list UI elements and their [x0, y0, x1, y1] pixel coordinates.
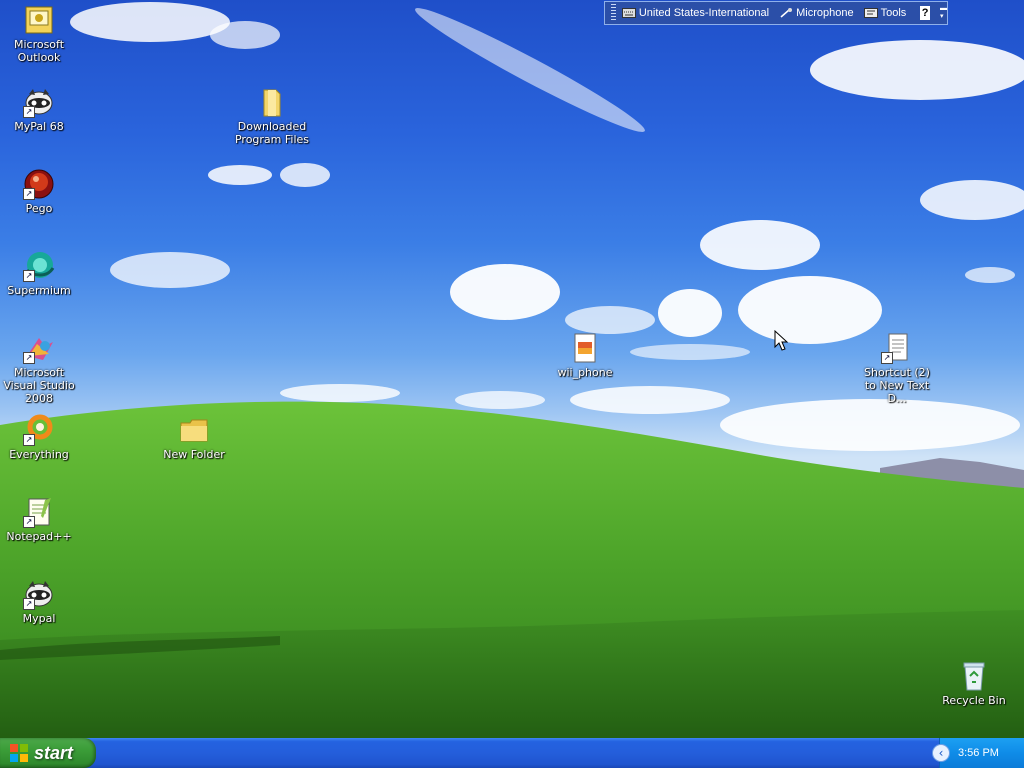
shortcut-arrow-icon: ↗	[23, 352, 35, 364]
supermium-icon: ↗	[23, 250, 55, 282]
icon-label: Microsoft Visual Studio 2008	[3, 366, 75, 405]
folder-icon	[256, 86, 288, 118]
clock[interactable]: 3:56 PM	[958, 747, 999, 759]
notepadpp-icon: ↗	[23, 496, 55, 528]
tools-button[interactable]: Tools	[863, 7, 907, 19]
icon-label: MyPal 68	[14, 120, 64, 133]
start-button[interactable]: start	[0, 738, 96, 768]
visual-studio-icon: ↗	[23, 332, 55, 364]
microphone-icon	[779, 8, 793, 18]
desktop-icon-mypal[interactable]: ↗ Mypal	[0, 578, 79, 625]
desktop-icon-microsoft-outlook[interactable]: Microsoft Outlook	[0, 4, 79, 64]
shortcut-arrow-icon: ↗	[23, 598, 35, 610]
shortcut-arrow-icon: ↗	[23, 270, 35, 282]
desktop-icon-notepadpp[interactable]: ↗ Notepad++	[0, 496, 79, 543]
text-document-icon: ↗	[881, 332, 913, 364]
everything-icon: ↗	[23, 414, 55, 446]
folder-icon	[178, 414, 210, 446]
recycle-bin-icon	[958, 660, 990, 692]
desktop-icon-everything[interactable]: ↗ Everything	[0, 414, 79, 461]
icon-label: wii_phone	[557, 366, 613, 379]
language-label: United States-International	[638, 7, 770, 19]
desktop[interactable]: Microsoft Outlook ↗ MyPal 68 ↗ Pego ↗ Su…	[0, 0, 1024, 738]
icon-label: Shortcut (2) to New Text D...	[864, 366, 930, 405]
start-label: start	[34, 742, 74, 763]
chevron-down-icon: ▾	[940, 13, 944, 20]
desktop-icon-supermium[interactable]: ↗ Supermium	[0, 250, 79, 297]
icon-label: Everything	[9, 448, 69, 461]
image-file-icon	[569, 332, 601, 364]
system-tray[interactable]: ‹ 3:56 PM	[932, 738, 1024, 768]
microphone-button[interactable]: Microphone	[779, 7, 854, 19]
tools-label: Tools	[880, 7, 907, 19]
icon-label: Downloaded Program Files	[234, 120, 310, 146]
shortcut-arrow-icon: ↗	[23, 434, 35, 446]
language-bar-options-button[interactable]: ▬ ▾	[940, 5, 947, 21]
pego-icon: ↗	[23, 168, 55, 200]
language-bar[interactable]: United States-International Microphone T…	[604, 1, 948, 25]
taskbar[interactable]: start ‹ 3:56 PM	[0, 738, 1024, 768]
icon-label: Microsoft Outlook	[13, 38, 65, 64]
shortcut-arrow-icon: ↗	[23, 188, 35, 200]
desktop-icon-new-folder[interactable]: New Folder	[154, 414, 234, 461]
desktop-icon-visual-studio-2008[interactable]: ↗ Microsoft Visual Studio 2008	[0, 332, 79, 405]
icon-label: Mypal	[22, 612, 56, 625]
windows-logo-icon	[10, 744, 28, 762]
mouse-pointer-icon	[774, 330, 788, 351]
icon-label: Pego	[25, 202, 53, 215]
desktop-icon-shortcut-new-text-document[interactable]: ↗ Shortcut (2) to New Text D...	[857, 332, 937, 405]
tools-icon	[863, 8, 878, 18]
show-hidden-icons-button[interactable]: ‹	[932, 744, 950, 762]
desktop-icon-pego[interactable]: ↗ Pego	[0, 168, 79, 215]
desktop-icon-mypal-68[interactable]: ↗ MyPal 68	[0, 86, 79, 133]
minimize-icon: ▬	[940, 5, 947, 12]
shortcut-arrow-icon: ↗	[881, 352, 893, 364]
shortcut-arrow-icon: ↗	[23, 516, 35, 528]
desktop-icon-downloaded-program-files[interactable]: Downloaded Program Files	[232, 86, 312, 146]
mypal-icon: ↗	[23, 578, 55, 610]
mypal-icon: ↗	[23, 86, 55, 118]
icon-label: New Folder	[163, 448, 225, 461]
drag-grip-icon[interactable]	[611, 4, 616, 22]
icon-label: Supermium	[7, 284, 71, 297]
shortcut-arrow-icon: ↗	[23, 106, 35, 118]
icon-label: Notepad++	[6, 530, 72, 543]
icon-label: Recycle Bin	[942, 694, 1006, 707]
desktop-icon-wii-phone[interactable]: wii_phone	[545, 332, 625, 379]
help-button[interactable]: ?	[920, 6, 930, 20]
language-selector[interactable]: United States-International	[621, 7, 770, 19]
desktop-icon-recycle-bin[interactable]: Recycle Bin	[934, 660, 1014, 707]
keyboard-icon	[621, 8, 636, 18]
microphone-label: Microphone	[796, 7, 854, 19]
outlook-icon	[23, 4, 55, 36]
